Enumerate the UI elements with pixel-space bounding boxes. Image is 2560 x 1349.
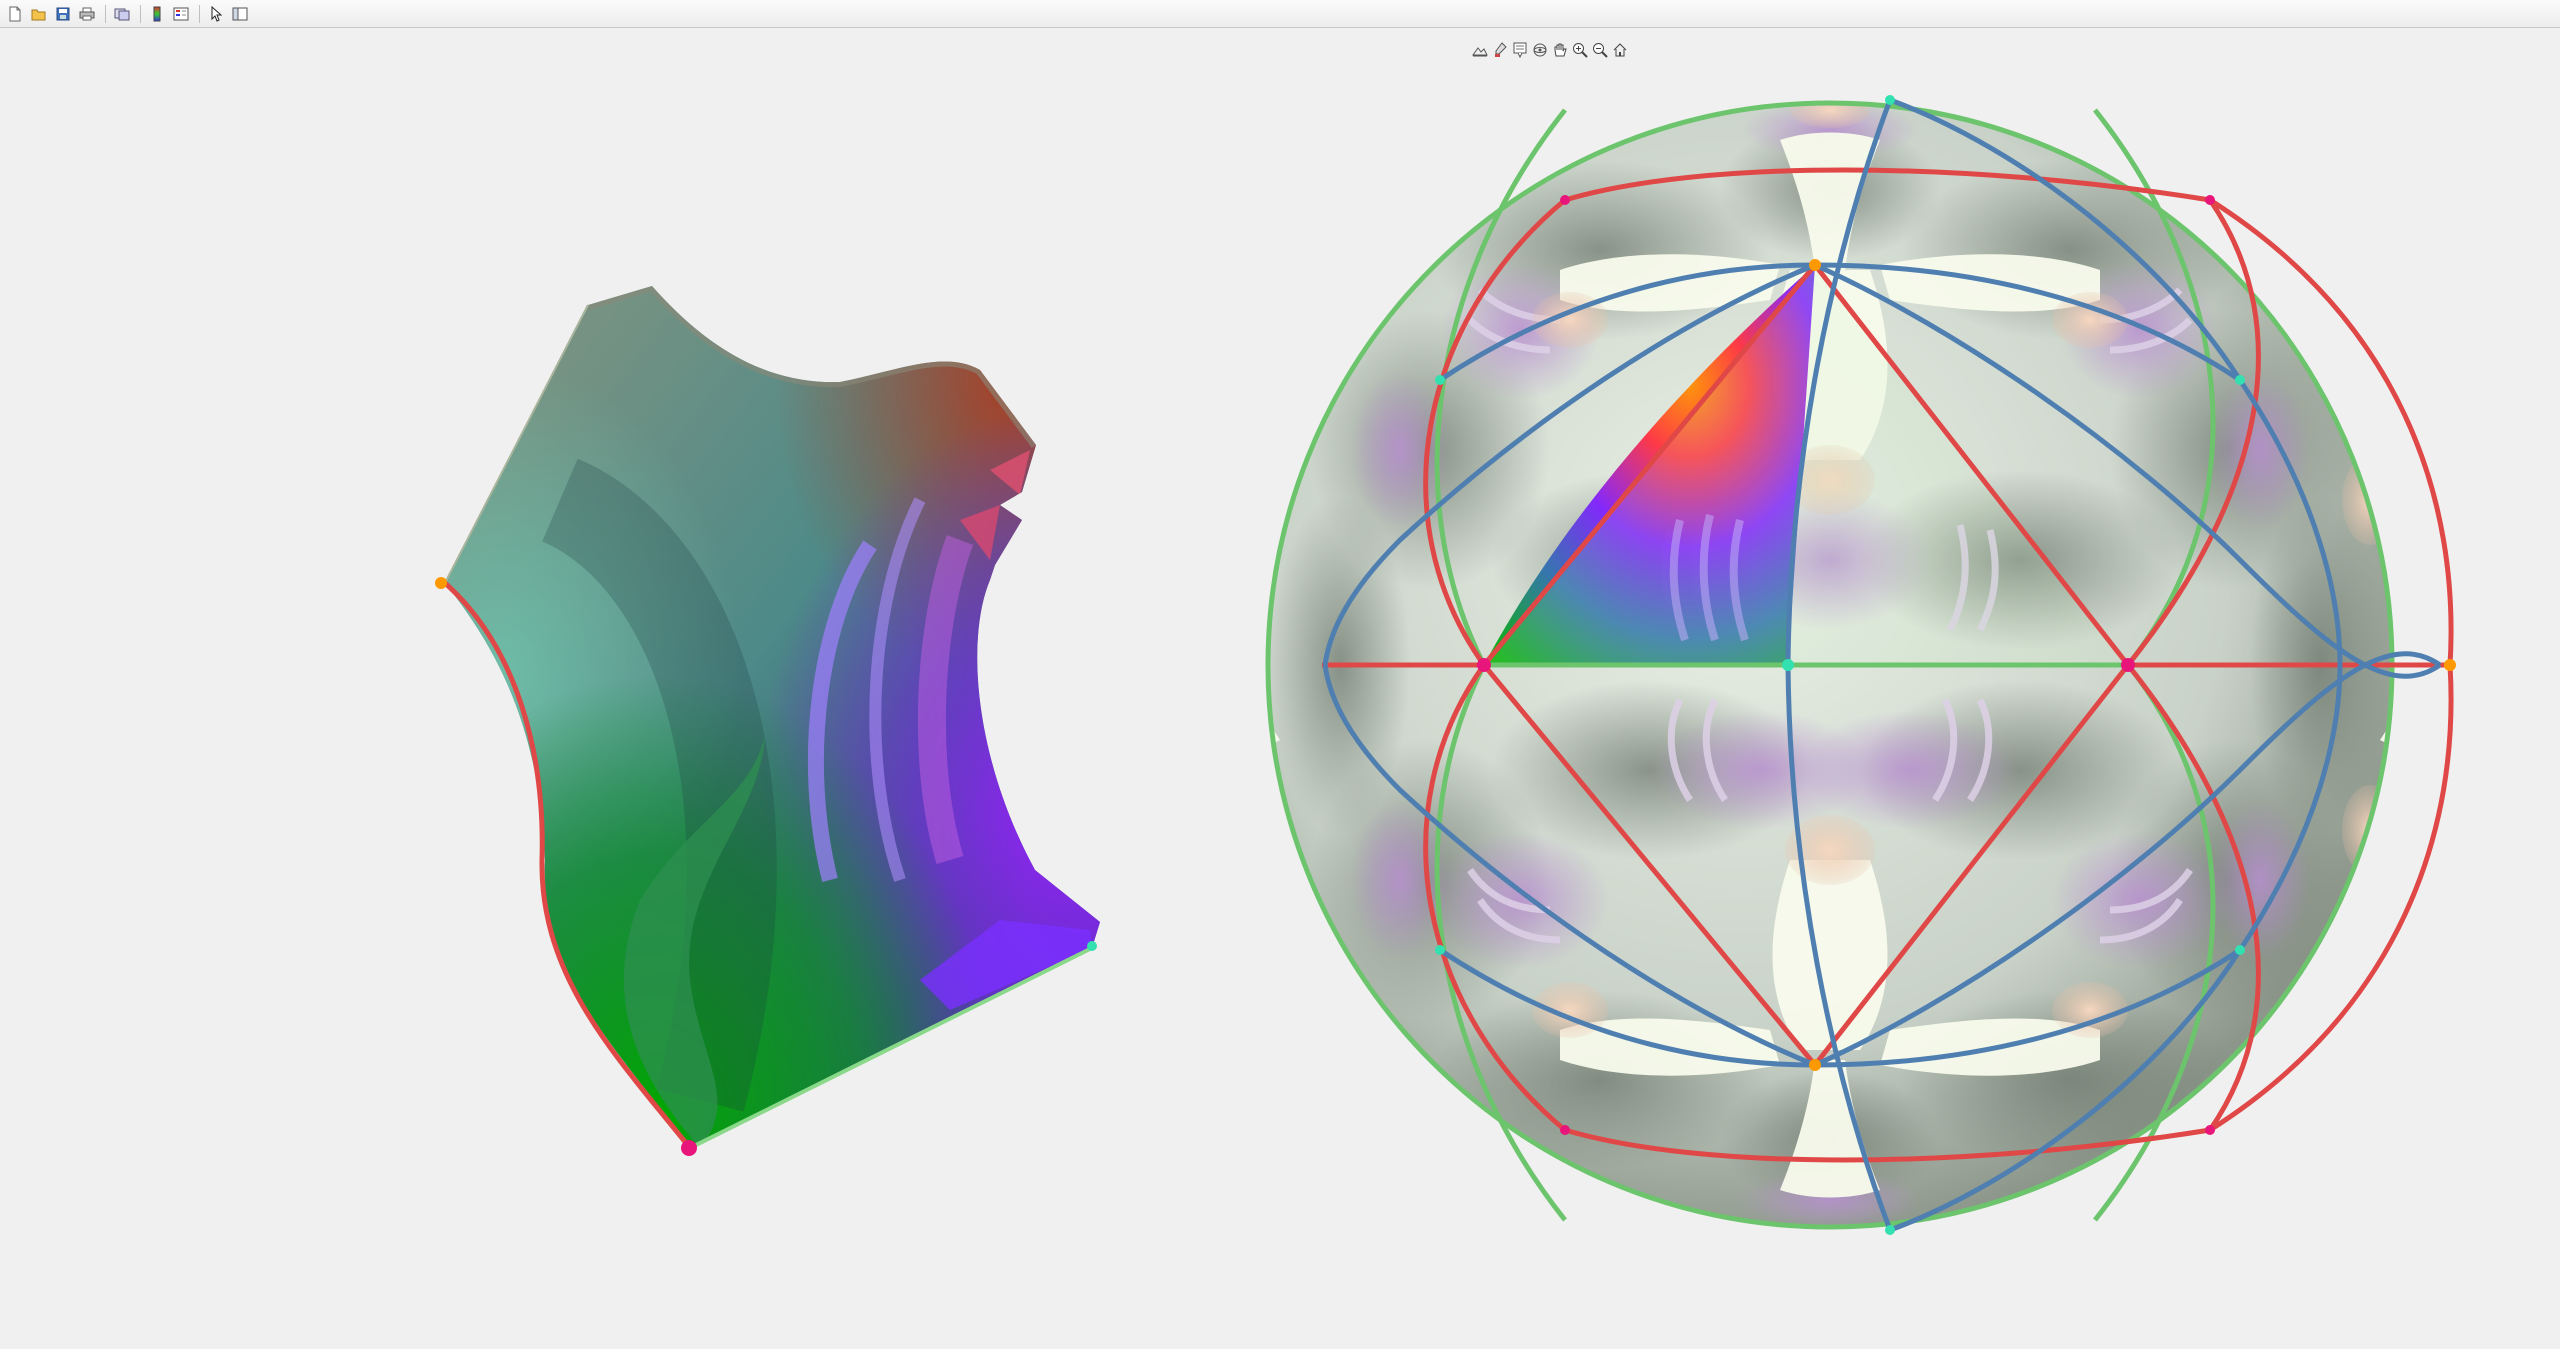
toolbar-separator	[199, 4, 200, 23]
insert-legend-icon[interactable]	[170, 3, 192, 25]
figure-canvas	[0, 28, 2560, 1345]
print-figure-icon[interactable]	[76, 3, 98, 25]
left-surface-patch	[435, 286, 1100, 1156]
vertex-orange	[435, 577, 447, 589]
insert-colorbar-icon[interactable]	[146, 3, 168, 25]
open-file-icon[interactable]	[28, 3, 50, 25]
property-inspector-icon[interactable]	[229, 3, 251, 25]
edit-plot-pointer-icon[interactable]	[205, 3, 227, 25]
figure-toolbar	[0, 0, 2560, 28]
link-plot-icon[interactable]	[111, 3, 133, 25]
toolbar-separator	[105, 4, 106, 23]
vertex-magenta	[681, 1140, 697, 1156]
save-figure-icon[interactable]	[52, 3, 74, 25]
vertex-cyan	[1087, 941, 1097, 951]
new-figure-icon[interactable]	[4, 3, 26, 25]
tiled-sphere	[1265, 95, 2456, 1235]
toolbar-separator	[140, 4, 141, 23]
